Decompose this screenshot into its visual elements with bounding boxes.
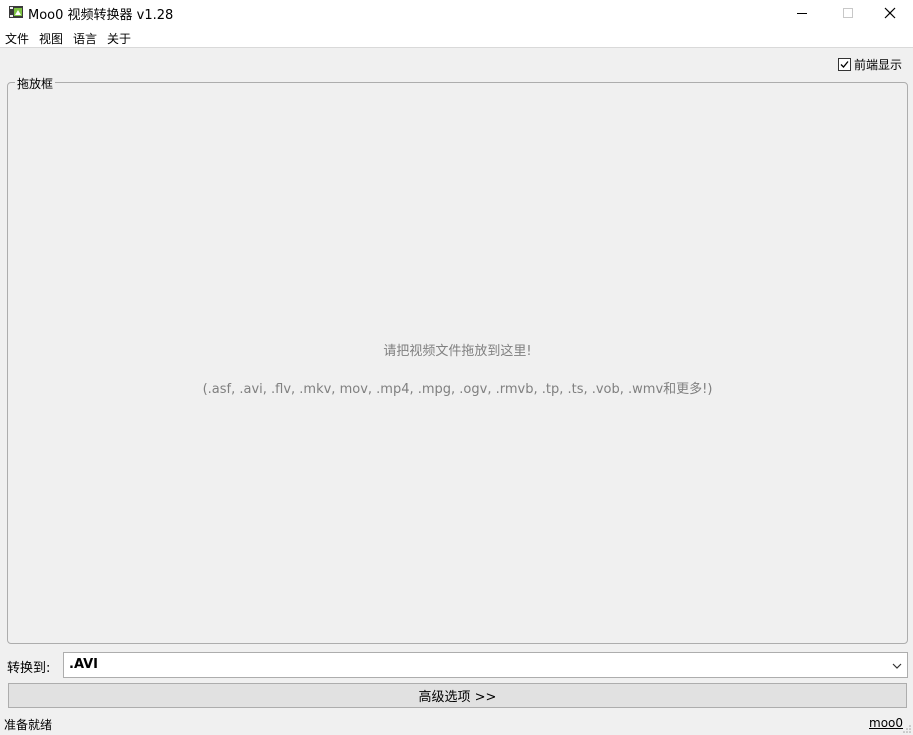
drop-zone[interactable] <box>7 82 908 644</box>
app-icon <box>9 6 23 18</box>
minimize-button[interactable] <box>779 0 825 26</box>
minimize-icon <box>797 13 807 14</box>
maximize-icon <box>843 8 853 18</box>
drop-hint: 请把视频文件拖放到这里! <box>383 344 532 359</box>
menu-file[interactable]: 文件 <box>5 30 29 47</box>
drop-zone-title: 拖放框 <box>15 75 56 92</box>
menu-language[interactable]: 语言 <box>73 30 97 47</box>
menu-bar: 文件 视图 语言 关于 <box>0 26 913 48</box>
checkmark-icon <box>840 60 849 68</box>
moo0-link[interactable]: moo0 <box>869 716 903 730</box>
supported-formats: (.asf, .avi, .flv, .mkv, mov, .mp4, .mpg… <box>202 382 713 397</box>
title-bar: Moo0 视频转换器 v1.28 <box>0 0 913 26</box>
advanced-options-label: 高级选项 >> <box>418 690 497 705</box>
close-button[interactable] <box>867 0 913 26</box>
selected-format: .AVI <box>69 657 99 672</box>
resize-grip-icon[interactable] <box>902 724 912 734</box>
output-format-select[interactable]: .AVI <box>63 652 908 678</box>
topmost-toggle[interactable]: 前端显示 <box>838 56 902 72</box>
status-text: 准备就绪 <box>4 718 53 732</box>
advanced-options-button[interactable]: 高级选项 >> <box>8 683 907 708</box>
topmost-checkbox[interactable] <box>838 57 851 71</box>
close-icon <box>884 7 896 19</box>
window-title: Moo0 视频转换器 v1.28 <box>28 8 174 23</box>
convert-to-label: 转换到: <box>7 661 51 676</box>
menu-view[interactable]: 视图 <box>39 30 63 47</box>
chevron-down-icon <box>892 663 902 669</box>
topmost-label: 前端显示 <box>854 57 903 72</box>
maximize-button[interactable] <box>825 0 871 26</box>
menu-about[interactable]: 关于 <box>107 30 131 47</box>
